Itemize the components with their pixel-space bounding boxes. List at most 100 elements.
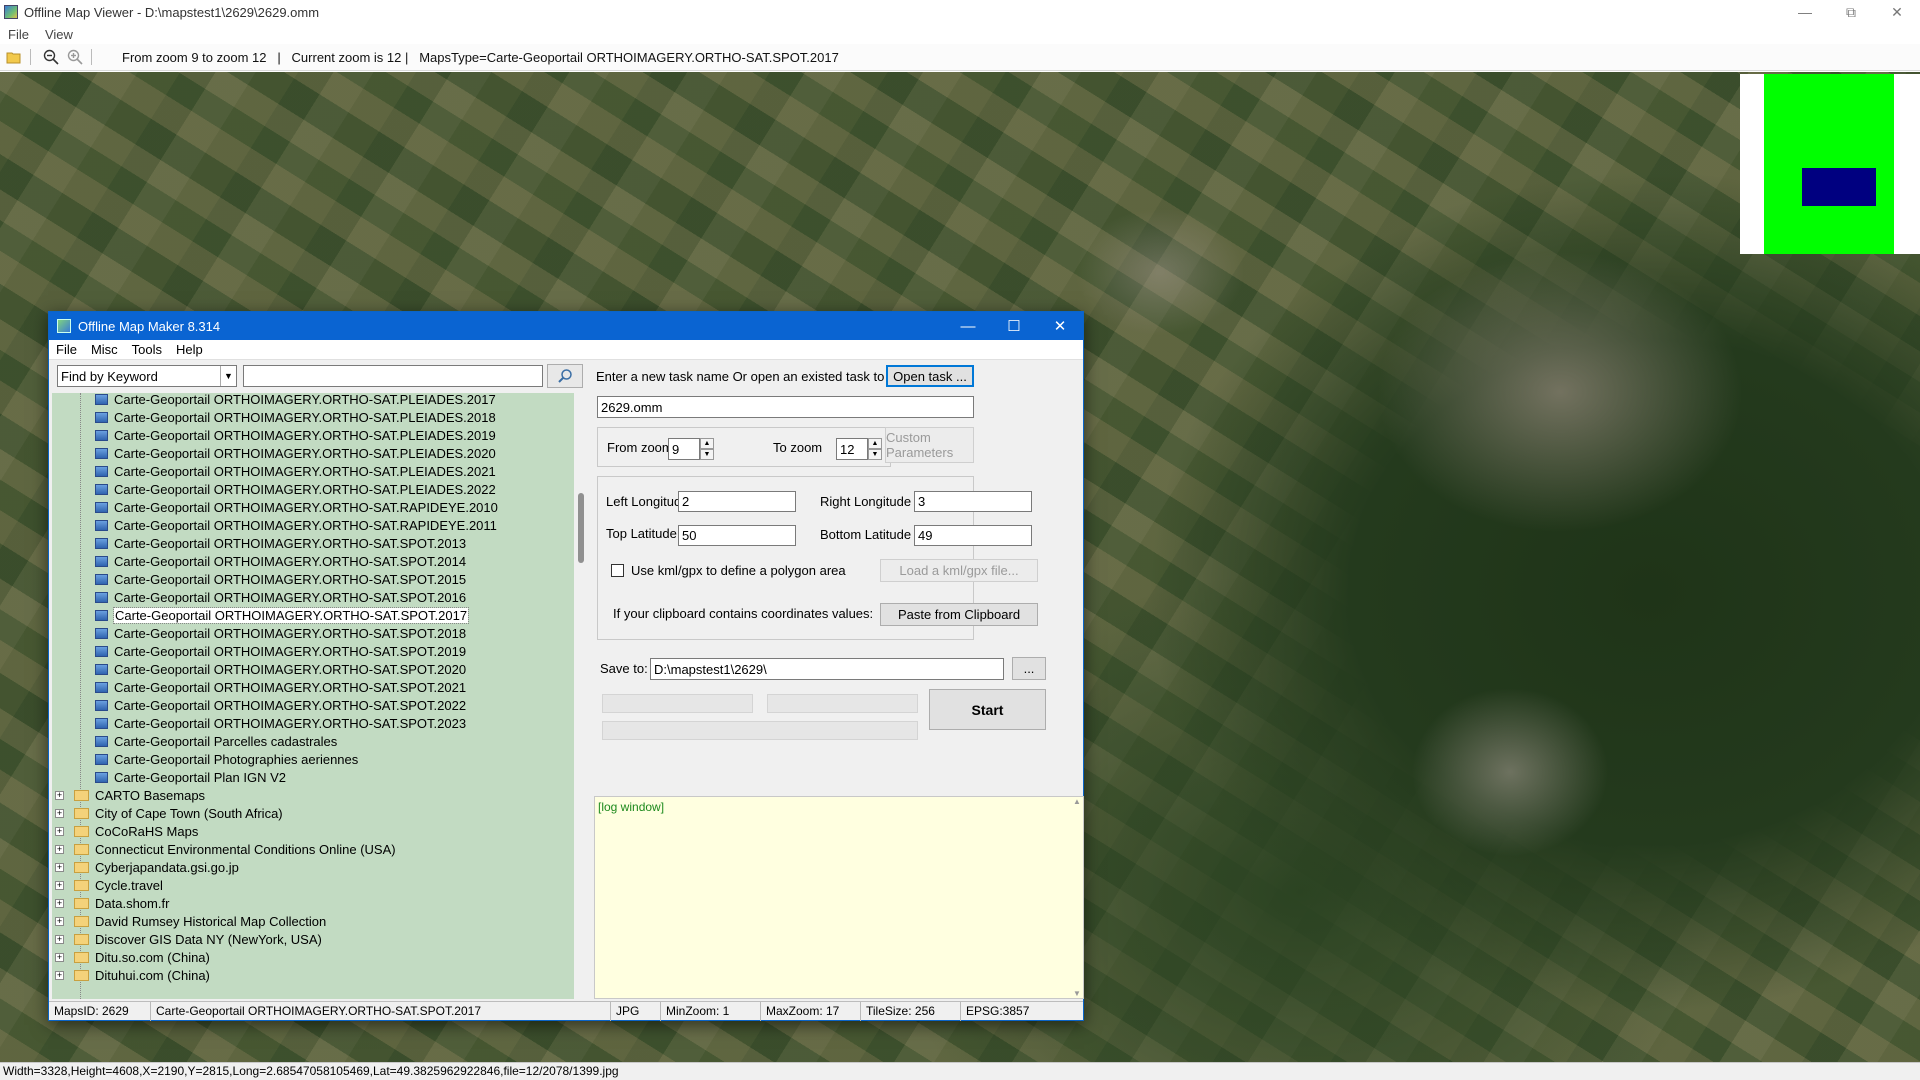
tree-scrollbar[interactable] (574, 393, 589, 999)
status-tile-size: TileSize: 256 (861, 1001, 961, 1021)
tree-map-item[interactable]: Carte-Geoportail ORTHOIMAGERY.ORTHO-SAT.… (52, 624, 574, 642)
tree-map-item[interactable]: Carte-Geoportail ORTHOIMAGERY.ORTHO-SAT.… (52, 480, 574, 498)
task-name-input[interactable]: 2629.omm (597, 396, 974, 418)
scroll-up-icon[interactable]: ▲ (1073, 797, 1081, 806)
tree-map-item[interactable]: Carte-Geoportail ORTHOIMAGERY.ORTHO-SAT.… (52, 678, 574, 696)
top-latitude-input[interactable]: 50 (678, 525, 796, 546)
search-button[interactable] (547, 364, 583, 388)
custom-parameters-button[interactable]: Custom Parameters (885, 427, 974, 463)
tree-scrollbar-thumb[interactable] (578, 493, 584, 563)
tree-map-item[interactable]: Carte-Geoportail ORTHOIMAGERY.ORTHO-SAT.… (52, 606, 574, 624)
kml-polygon-checkbox[interactable] (611, 564, 624, 577)
expand-icon[interactable]: + (55, 826, 64, 836)
zoom-out-icon[interactable] (41, 47, 61, 67)
keyword-search-input[interactable] (243, 365, 543, 387)
folder-icon (74, 951, 89, 963)
search-mode-select[interactable]: Find by Keyword ▼ (57, 365, 237, 387)
open-folder-icon[interactable] (4, 47, 24, 67)
bottom-latitude-input[interactable]: 49 (914, 525, 1032, 546)
to-zoom-spinner[interactable]: ▲ ▼ (868, 438, 882, 460)
tree-folder-item[interactable]: + CoCoRaHS Maps (52, 822, 574, 840)
expand-icon[interactable]: + (55, 970, 64, 980)
log-window[interactable]: [log window] ▲ ▼ (594, 796, 1084, 999)
spin-down-icon[interactable]: ▼ (700, 449, 714, 460)
minimize-icon[interactable]: — (1782, 0, 1828, 24)
right-longitude-input[interactable]: 3 (914, 491, 1032, 512)
from-zoom-input[interactable]: 9 (668, 438, 700, 460)
minimap-viewport[interactable] (1802, 168, 1876, 206)
maps-tree[interactable]: Carte-Geoportail ORTHOIMAGERY.ORTHO-SAT.… (52, 393, 574, 999)
chevron-down-icon[interactable]: ▼ (220, 366, 236, 386)
tree-map-item-label: Carte-Geoportail ORTHOIMAGERY.ORTHO-SAT.… (114, 481, 496, 497)
maker-menu-file[interactable]: File (49, 342, 84, 357)
expand-icon[interactable]: + (55, 844, 64, 854)
expand-icon[interactable]: + (55, 808, 64, 818)
restore-icon[interactable]: ⧉ (1828, 0, 1874, 24)
tree-map-item[interactable]: Carte-Geoportail ORTHOIMAGERY.ORTHO-SAT.… (52, 393, 574, 408)
minimize-icon[interactable]: — (945, 312, 991, 340)
browse-button[interactable]: ... (1012, 657, 1046, 680)
left-longitude-input[interactable]: 2 (678, 491, 796, 512)
open-task-button[interactable]: Open task ... (886, 365, 974, 387)
scroll-down-icon[interactable]: ▼ (1073, 989, 1081, 998)
tree-folder-item[interactable]: + Ditu.so.com (China) (52, 948, 574, 966)
tree-map-item[interactable]: Carte-Geoportail Parcelles cadastrales (52, 732, 574, 750)
maker-menu-help[interactable]: Help (169, 342, 210, 357)
to-zoom-input[interactable]: 12 (836, 438, 868, 460)
tree-map-item-label: Carte-Geoportail ORTHOIMAGERY.ORTHO-SAT.… (114, 679, 467, 695)
tree-map-item[interactable]: Carte-Geoportail ORTHOIMAGERY.ORTHO-SAT.… (52, 444, 574, 462)
expand-icon[interactable]: + (55, 790, 64, 800)
spin-up-icon[interactable]: ▲ (868, 438, 882, 449)
viewer-menu-view[interactable]: View (37, 27, 81, 42)
from-zoom-spinner[interactable]: ▲ ▼ (700, 438, 714, 460)
close-icon[interactable]: ✕ (1874, 0, 1920, 24)
tree-map-item[interactable]: Carte-Geoportail Photographies aeriennes (52, 750, 574, 768)
maximize-icon[interactable]: ☐ (991, 312, 1037, 340)
maker-menu-tools[interactable]: Tools (125, 342, 169, 357)
tree-map-item[interactable]: Carte-Geoportail ORTHOIMAGERY.ORTHO-SAT.… (52, 660, 574, 678)
tree-map-item-label: Carte-Geoportail ORTHOIMAGERY.ORTHO-SAT.… (114, 643, 467, 659)
expand-icon[interactable]: + (55, 898, 64, 908)
viewer-menu-file[interactable]: File (0, 27, 37, 42)
spin-up-icon[interactable]: ▲ (700, 438, 714, 449)
zoom-in-icon[interactable] (65, 47, 85, 67)
tree-map-item[interactable]: Carte-Geoportail ORTHOIMAGERY.ORTHO-SAT.… (52, 642, 574, 660)
tree-map-item[interactable]: Carte-Geoportail ORTHOIMAGERY.ORTHO-SAT.… (52, 534, 574, 552)
expand-icon[interactable]: + (55, 916, 64, 926)
expand-icon[interactable]: + (55, 880, 64, 890)
expand-icon[interactable]: + (55, 934, 64, 944)
tree-map-item[interactable]: Carte-Geoportail ORTHOIMAGERY.ORTHO-SAT.… (52, 570, 574, 588)
maker-menubar: File Misc Tools Help (49, 340, 1083, 360)
tree-folder-item[interactable]: + CARTO Basemaps (52, 786, 574, 804)
start-button[interactable]: Start (929, 689, 1046, 730)
maker-menu-misc[interactable]: Misc (84, 342, 125, 357)
status-epsg: EPSG:3857 (966, 1003, 1030, 1018)
tree-map-item[interactable]: Carte-Geoportail ORTHOIMAGERY.ORTHO-SAT.… (52, 696, 574, 714)
tree-map-item[interactable]: Carte-Geoportail ORTHOIMAGERY.ORTHO-SAT.… (52, 426, 574, 444)
tree-map-item[interactable]: Carte-Geoportail ORTHOIMAGERY.ORTHO-SAT.… (52, 462, 574, 480)
tree-folder-item[interactable]: + City of Cape Town (South Africa) (52, 804, 574, 822)
tree-map-item[interactable]: Carte-Geoportail ORTHOIMAGERY.ORTHO-SAT.… (52, 714, 574, 732)
tree-folder-item[interactable]: + Cycle.travel (52, 876, 574, 894)
expand-icon[interactable]: + (55, 952, 64, 962)
minimap[interactable] (1740, 74, 1920, 254)
load-kml-button[interactable]: Load a kml/gpx file... (880, 559, 1038, 582)
tree-folder-item[interactable]: + Dituhui.com (China) (52, 966, 574, 984)
tree-folder-item[interactable]: + David Rumsey Historical Map Collection (52, 912, 574, 930)
tree-map-item[interactable]: Carte-Geoportail ORTHOIMAGERY.ORTHO-SAT.… (52, 552, 574, 570)
spin-down-icon[interactable]: ▼ (868, 449, 882, 460)
tree-folder-item[interactable]: + Discover GIS Data NY (NewYork, USA) (52, 930, 574, 948)
expand-icon[interactable]: + (55, 862, 64, 872)
tree-map-item[interactable]: Carte-Geoportail ORTHOIMAGERY.ORTHO-SAT.… (52, 498, 574, 516)
tree-map-item[interactable]: Carte-Geoportail ORTHOIMAGERY.ORTHO-SAT.… (52, 588, 574, 606)
tree-folder-item[interactable]: + Cyberjapandata.gsi.go.jp (52, 858, 574, 876)
tree-folder-item[interactable]: + Connecticut Environmental Conditions On… (52, 840, 574, 858)
tree-map-item[interactable]: Carte-Geoportail Plan IGN V2 (52, 768, 574, 786)
log-scrollbar[interactable]: ▲ ▼ (1071, 797, 1083, 998)
tree-folder-item[interactable]: + Data.shom.fr (52, 894, 574, 912)
close-icon[interactable]: ✕ (1037, 312, 1083, 340)
paste-from-clipboard-button[interactable]: Paste from Clipboard (880, 603, 1038, 626)
tree-map-item[interactable]: Carte-Geoportail ORTHOIMAGERY.ORTHO-SAT.… (52, 408, 574, 426)
tree-map-item[interactable]: Carte-Geoportail ORTHOIMAGERY.ORTHO-SAT.… (52, 516, 574, 534)
save-to-input[interactable]: D:\mapstest1\2629\ (650, 658, 1004, 680)
